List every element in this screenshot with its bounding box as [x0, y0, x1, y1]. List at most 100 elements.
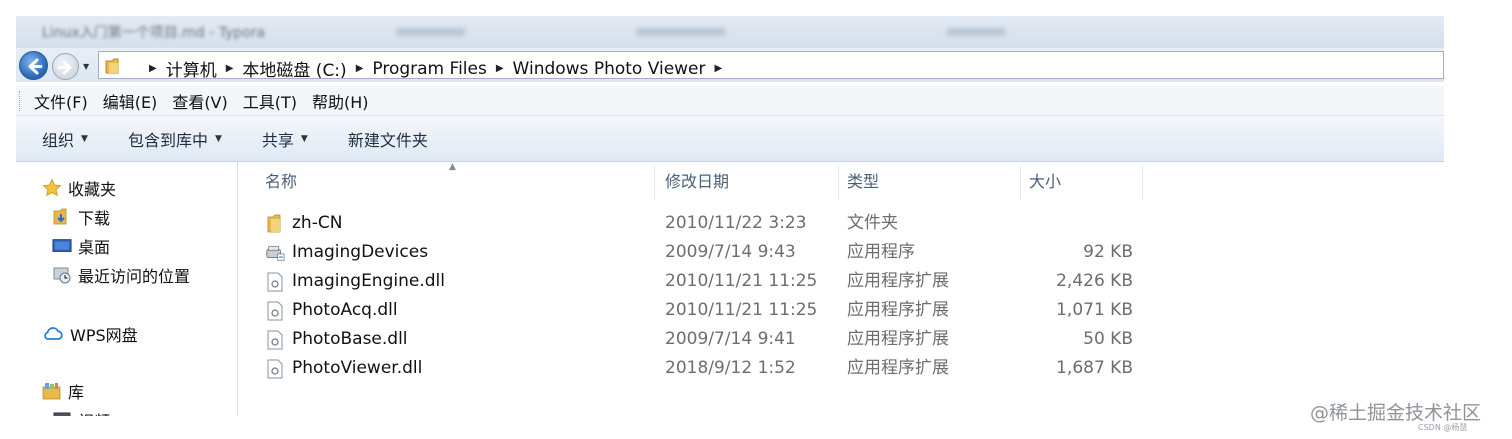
video-icon [52, 410, 72, 416]
file-type: 应用程序 [847, 242, 915, 262]
nav-label-downloads: 下载 [78, 209, 111, 228]
nav-label-favorites: 收藏夹 [68, 180, 117, 199]
file-type: 应用程序扩展 [847, 300, 949, 320]
file-size: 92 KB [1083, 242, 1133, 262]
dll-file-icon [265, 330, 285, 350]
nav-label-desktop: 桌面 [78, 238, 111, 257]
breadcrumb-chevron-icon[interactable]: ▶ [356, 63, 364, 74]
nav-item-videos[interactable]: 视频 [52, 408, 110, 416]
file-name-cell: PhotoBase.dll [265, 325, 408, 354]
menu-view[interactable]: 查看(V) [172, 89, 227, 113]
share-label: 共享 [261, 130, 294, 150]
include-in-library-label: 包含到库中 [127, 130, 208, 150]
cloud-icon [42, 324, 64, 344]
navigation-pane: 收藏夹 下载 桌面 最近访问的位置 WPS网盘 库 [16, 162, 238, 416]
menu-tools[interactable]: 工具(T) [243, 89, 297, 113]
address-bar: ▼ ▶ 计算机 ▶ 本地磁盘 (C:) ▶ Program Files ▶ Wi… [16, 48, 1444, 82]
file-date: 2018/9/12 1:52 [665, 358, 796, 378]
file-row-photobase[interactable]: PhotoBase.dll 2009/7/14 9:41 应用程序扩展 50 K… [239, 325, 1159, 354]
nav-item-wps-cloud[interactable]: WPS网盘 [42, 322, 138, 346]
file-row-imagingdevices[interactable]: ImagingDevices 2009/7/14 9:43 应用程序 92 KB [239, 238, 1159, 267]
file-name-cell: PhotoViewer.dll [265, 354, 422, 383]
menu-help[interactable]: 帮助(H) [312, 89, 369, 113]
file-name: ImagingEngine.dll [292, 271, 445, 291]
breadcrumb-windows-photo-viewer[interactable]: Windows Photo Viewer [513, 59, 706, 79]
file-name-cell: PhotoAcq.dll [265, 296, 398, 325]
title-bar-blur [636, 28, 726, 36]
breadcrumb-local-disk[interactable]: 本地磁盘 (C:) [242, 56, 346, 81]
recent-places-icon [52, 265, 72, 285]
breadcrumb-chevron-icon[interactable]: ▶ [149, 63, 157, 74]
breadcrumb-computer[interactable]: 计算机 [166, 56, 217, 81]
new-folder-button[interactable]: 新建文件夹 [348, 127, 428, 151]
file-type: 应用程序扩展 [847, 329, 949, 349]
dll-file-icon [265, 359, 285, 379]
file-row-imagingengine[interactable]: ImagingEngine.dll 2010/11/21 11:25 应用程序扩… [239, 267, 1159, 296]
menu-file[interactable]: 文件(F) [34, 89, 88, 113]
breadcrumb-chevron-icon[interactable]: ▶ [226, 63, 234, 74]
file-date: 2009/7/14 9:43 [665, 242, 796, 262]
menu-grip [19, 90, 22, 111]
address-field[interactable]: ▶ 计算机 ▶ 本地磁盘 (C:) ▶ Program Files ▶ Wind… [98, 51, 1444, 82]
file-name: zh-CN [292, 213, 343, 233]
breadcrumb: ▶ 计算机 ▶ 本地磁盘 (C:) ▶ Program Files ▶ Wind… [149, 56, 731, 82]
back-button[interactable] [19, 51, 48, 80]
arrow-left-icon [28, 58, 43, 75]
nav-label-videos: 视频 [78, 408, 110, 416]
explorer-window: Linux入门第一个项目.md - Typora ▼ ▶ 计算机 ▶ 本地磁盘 … [16, 16, 1444, 416]
breadcrumb-chevron-icon[interactable]: ▶ [715, 63, 723, 74]
nav-item-libraries[interactable]: 库 [42, 379, 84, 403]
file-name: ImagingDevices [292, 242, 429, 262]
nav-item-favorites[interactable]: 收藏夹 [42, 176, 116, 200]
file-date: 2010/11/21 11:25 [665, 300, 818, 320]
desktop-icon [52, 236, 72, 256]
folder-icon [265, 214, 285, 234]
column-header-type[interactable]: 类型 [839, 166, 1021, 200]
file-date: 2010/11/21 11:25 [665, 271, 818, 291]
file-date: 2010/11/22 3:23 [665, 213, 807, 233]
new-folder-label: 新建文件夹 [347, 130, 428, 150]
title-bar-blur [396, 28, 466, 36]
recent-pages-dropdown[interactable]: ▼ [83, 62, 89, 71]
column-header-date[interactable]: 修改日期 [657, 166, 839, 200]
nav-label-wps-cloud: WPS网盘 [70, 326, 138, 345]
organize-button[interactable]: 组织 ▼ [42, 127, 88, 151]
window-title: Linux入门第一个项目.md - Typora [42, 25, 266, 41]
include-in-library-button[interactable]: 包含到库中 ▼ [128, 127, 222, 151]
file-type: 文件夹 [847, 213, 898, 233]
column-header-type-label: 类型 [847, 172, 880, 191]
file-row-zh-cn[interactable]: zh-CN 2010/11/22 3:23 文件夹 [239, 209, 1159, 238]
file-name-cell: ImagingDevices [265, 238, 428, 267]
nav-label-libraries: 库 [68, 383, 85, 402]
share-button[interactable]: 共享 ▼ [262, 127, 308, 151]
dll-file-icon [265, 272, 285, 292]
library-icon [42, 381, 62, 401]
forward-button[interactable] [52, 53, 79, 80]
chevron-down-icon: ▼ [300, 133, 308, 144]
file-size: 50 KB [1083, 329, 1133, 349]
file-row-photoviewer[interactable]: PhotoViewer.dll 2018/9/12 1:52 应用程序扩展 1,… [239, 354, 1159, 383]
file-name-cell: zh-CN [265, 209, 342, 238]
nav-item-downloads[interactable]: 下载 [52, 205, 110, 229]
column-header-size[interactable]: 大小 [1021, 166, 1143, 200]
file-row-photoacq[interactable]: PhotoAcq.dll 2010/11/21 11:25 应用程序扩展 1,0… [239, 296, 1159, 325]
column-header-date-label: 修改日期 [665, 172, 730, 191]
file-size: 1,687 KB [1056, 358, 1133, 378]
breadcrumb-program-files[interactable]: Program Files [372, 59, 486, 79]
nav-item-desktop[interactable]: 桌面 [52, 234, 110, 258]
download-folder-icon [52, 207, 72, 227]
application-icon [265, 243, 285, 263]
menu-edit[interactable]: 编辑(E) [103, 89, 158, 113]
watermark-juejin: @稀土掘金技术社区 [1310, 402, 1482, 424]
column-header-size-label: 大小 [1029, 172, 1062, 191]
organize-label: 组织 [42, 130, 75, 150]
column-header-name[interactable]: 名称 [257, 166, 655, 200]
arrow-right-icon [57, 60, 72, 75]
file-name: PhotoBase.dll [292, 329, 408, 349]
nav-item-recent-places[interactable]: 最近访问的位置 [52, 263, 190, 287]
column-header-name-label: 名称 [265, 172, 298, 191]
dll-file-icon [265, 301, 285, 321]
file-type: 应用程序扩展 [847, 358, 949, 378]
folder-icon [105, 57, 125, 79]
breadcrumb-chevron-icon[interactable]: ▶ [496, 63, 504, 74]
